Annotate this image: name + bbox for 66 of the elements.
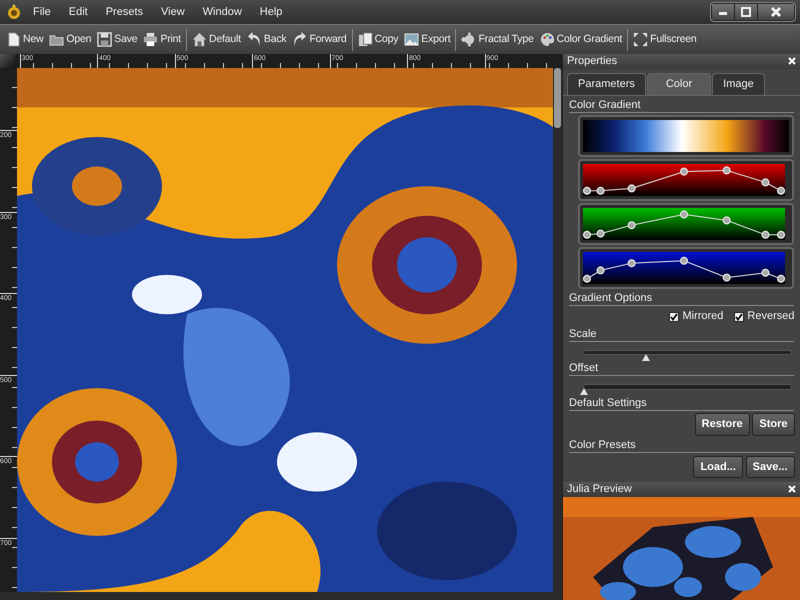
ruler-corner bbox=[0, 54, 14, 68]
blob-icon bbox=[461, 32, 476, 47]
toolbar-button[interactable]: Fullscreen bbox=[631, 32, 699, 48]
toolbar-button[interactable]: Save bbox=[95, 32, 140, 48]
app-logo-icon bbox=[6, 4, 22, 20]
expand-icon bbox=[633, 32, 648, 47]
action-button[interactable]: Store bbox=[752, 413, 794, 436]
image-icon bbox=[404, 32, 420, 47]
close-button[interactable] bbox=[758, 4, 794, 20]
save-icon bbox=[97, 32, 112, 47]
toolbar-button[interactable]: Copy bbox=[356, 32, 400, 48]
action-button[interactable]: Restore bbox=[694, 413, 750, 436]
toolbar-button[interactable]: Default bbox=[190, 32, 243, 48]
section-heading: Color Gradient bbox=[569, 98, 794, 112]
maximize-button[interactable] bbox=[735, 4, 757, 20]
section-heading: Color Presets bbox=[569, 438, 794, 453]
toolbar-button[interactable]: Forward bbox=[290, 32, 349, 48]
checkbox[interactable] bbox=[734, 312, 744, 322]
slider-thumb[interactable] bbox=[642, 354, 650, 361]
curve-editor[interactable] bbox=[583, 208, 785, 240]
section-heading: Default Settings bbox=[569, 396, 794, 411]
panel-title: Properties bbox=[567, 54, 618, 70]
tab[interactable]: Image bbox=[712, 73, 765, 94]
menu-item[interactable]: View bbox=[154, 4, 192, 20]
tab[interactable]: Parameters bbox=[567, 73, 646, 94]
home-icon bbox=[192, 32, 208, 47]
tab[interactable]: Color bbox=[646, 73, 712, 94]
menu-item[interactable]: File bbox=[26, 4, 58, 20]
toolbar-button[interactable]: Back bbox=[244, 32, 288, 48]
maximize-icon bbox=[740, 6, 752, 18]
menu-item[interactable]: Edit bbox=[62, 4, 95, 20]
toolbar-button[interactable]: Open bbox=[47, 32, 94, 48]
checkbox-label: Mirrored bbox=[682, 309, 724, 324]
slider-thumb[interactable] bbox=[580, 388, 588, 396]
section-heading: Gradient Options bbox=[569, 292, 794, 306]
scrollbar-thumb[interactable] bbox=[554, 68, 561, 128]
close-icon bbox=[770, 6, 782, 18]
action-button[interactable]: Load... bbox=[693, 456, 743, 478]
close-icon bbox=[788, 56, 796, 65]
checkbox[interactable] bbox=[669, 312, 680, 322]
toolbar-button[interactable]: Fractal Type bbox=[459, 32, 536, 48]
palette-icon bbox=[540, 32, 555, 47]
curve-editor[interactable] bbox=[583, 252, 785, 284]
section-heading: Scale bbox=[569, 328, 794, 342]
curve-editor[interactable] bbox=[583, 164, 785, 196]
toolbar-button[interactable]: Print bbox=[141, 32, 184, 48]
close-icon bbox=[788, 485, 796, 494]
section-heading: Offset bbox=[569, 362, 794, 376]
back-arrow-icon bbox=[246, 32, 262, 47]
document-icon bbox=[6, 32, 21, 47]
action-button[interactable]: Save... bbox=[746, 456, 794, 478]
checkbox-label: Reversed bbox=[747, 309, 794, 324]
menu-item[interactable]: Window bbox=[196, 4, 249, 20]
close-button[interactable] bbox=[788, 56, 796, 66]
horizontal-scrollbar[interactable] bbox=[0, 592, 562, 600]
printer-icon bbox=[143, 32, 158, 47]
toolbar-button[interactable]: Export bbox=[402, 32, 452, 48]
toolbar-button[interactable]: New bbox=[4, 32, 46, 48]
close-button[interactable] bbox=[788, 484, 796, 495]
menu-item[interactable]: Presets bbox=[98, 4, 150, 20]
toolbar-button[interactable]: Color Gradient bbox=[538, 32, 624, 48]
panel-title: Julia Preview bbox=[567, 482, 632, 498]
minimize-button[interactable] bbox=[712, 4, 734, 20]
forward-arrow-icon bbox=[292, 32, 308, 47]
copy-icon bbox=[358, 32, 373, 47]
menu-item[interactable]: Help bbox=[252, 4, 290, 20]
